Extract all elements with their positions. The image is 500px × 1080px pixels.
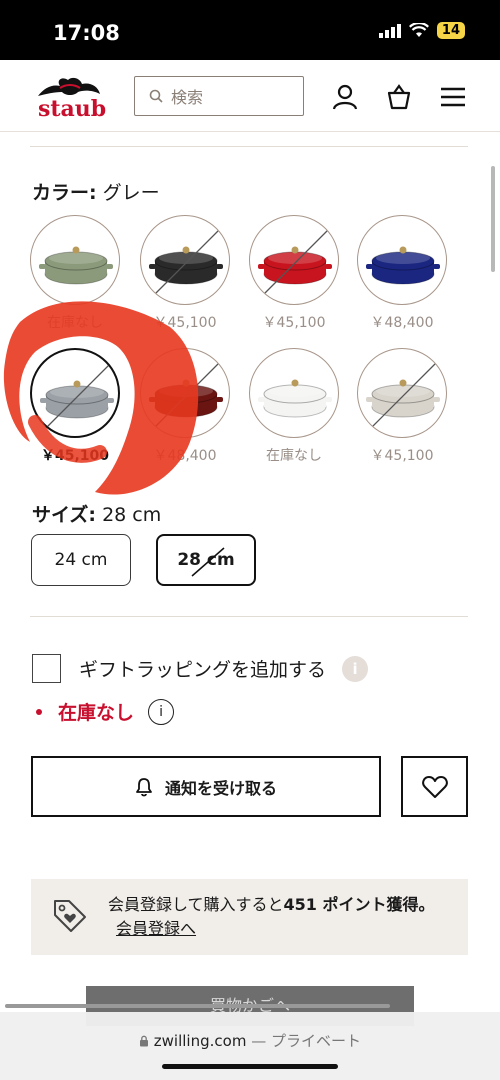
swatch-price-bordeaux: ￥48,400	[153, 448, 217, 464]
signal-icon	[378, 23, 401, 38]
stock-info-icon[interactable]: i	[148, 698, 175, 725]
vertical-scrollbar[interactable]	[491, 166, 495, 272]
wifi-icon	[408, 23, 429, 37]
lock-icon	[140, 1035, 148, 1047]
swatch-price-white: 在庫なし	[266, 448, 322, 464]
color-swatch-sage[interactable]	[30, 215, 120, 305]
notify-button-label: 通知を受け取る	[164, 778, 277, 798]
points-text: 会員登録して購入すると451 ポイント獲得。会員登録へ	[108, 895, 435, 938]
gift-info-icon[interactable]: i	[342, 655, 369, 682]
unavailable-slash	[191, 547, 225, 577]
stock-status-text: 在庫なし	[58, 702, 135, 724]
url-display[interactable]: zwilling.com — プライベート	[0, 1030, 500, 1051]
site-header: staub 検索	[0, 60, 500, 132]
points-value: 451 ポイント獲得。	[283, 895, 435, 914]
selected-size-value: 28 cm	[102, 504, 162, 526]
browser-url-bar[interactable]: zwilling.com — プライベート	[0, 1012, 500, 1080]
heart-icon	[421, 775, 448, 798]
swatch-price-black: ￥45,100	[153, 315, 217, 331]
swatch-price-linen: ￥45,100	[370, 448, 434, 464]
private-mode-label: — プライベート	[251, 1032, 361, 1050]
gift-wrap-label: ギフトラッピングを追加する	[79, 659, 327, 681]
swatch-price-blue: ￥48,400	[370, 315, 434, 331]
color-swatch-blue[interactable]	[357, 215, 447, 305]
stock-dot	[36, 708, 42, 715]
gift-wrap-checkbox[interactable]	[32, 654, 61, 683]
status-time: 17:08	[53, 21, 120, 45]
swatch-price-grey: ￥45,100	[40, 448, 110, 464]
size-option-28cm[interactable]: 28 cm	[156, 534, 256, 586]
notify-button[interactable]: 通知を受け取る	[31, 756, 381, 817]
color-swatch-white[interactable]	[249, 348, 339, 438]
search-input[interactable]: 検索	[134, 76, 304, 116]
color-swatch-cherry[interactable]	[249, 215, 339, 305]
account-icon[interactable]	[332, 84, 358, 110]
search-icon	[149, 89, 163, 103]
size-option-label: 24 cm	[54, 550, 108, 570]
battery-indicator: 14	[436, 22, 465, 39]
swatch-price-cherry: ￥45,100	[262, 315, 326, 331]
selected-color-value: グレー	[102, 182, 160, 204]
swatch-price-sage: 在庫なし	[47, 315, 103, 331]
size-label: サイズ: 28 cm	[32, 504, 162, 526]
cart-icon[interactable]	[386, 84, 412, 110]
divider	[30, 616, 468, 617]
stock-status: 在庫なし i	[32, 698, 175, 725]
color-swatch-black[interactable]	[140, 215, 230, 305]
color-swatch-bordeaux[interactable]	[140, 348, 230, 438]
gift-wrap-row: ギフトラッピングを追加する i	[32, 654, 369, 683]
status-icons: 14	[378, 22, 465, 39]
color-swatch-linen[interactable]	[357, 348, 447, 438]
status-bar: 17:08 14	[0, 0, 500, 60]
color-label: カラー: グレー	[32, 182, 160, 204]
points-promo: 会員登録して購入すると451 ポイント獲得。会員登録へ	[31, 879, 468, 955]
home-indicator[interactable]	[162, 1064, 338, 1069]
register-link[interactable]: 会員登録へ	[116, 919, 196, 938]
menu-icon[interactable]	[440, 84, 466, 110]
divider	[30, 146, 468, 147]
url-domain: zwilling.com	[153, 1032, 247, 1050]
search-placeholder: 検索	[171, 88, 204, 107]
horizontal-scrollbar	[5, 1004, 390, 1008]
logo-text: staub	[38, 96, 107, 122]
color-swatch-grey[interactable]	[30, 348, 120, 438]
staub-logo[interactable]: staub	[32, 74, 112, 122]
tag-heart-icon	[54, 900, 86, 932]
wishlist-button[interactable]	[401, 756, 468, 817]
size-option-24cm[interactable]: 24 cm	[31, 534, 131, 586]
bell-icon	[136, 777, 152, 796]
